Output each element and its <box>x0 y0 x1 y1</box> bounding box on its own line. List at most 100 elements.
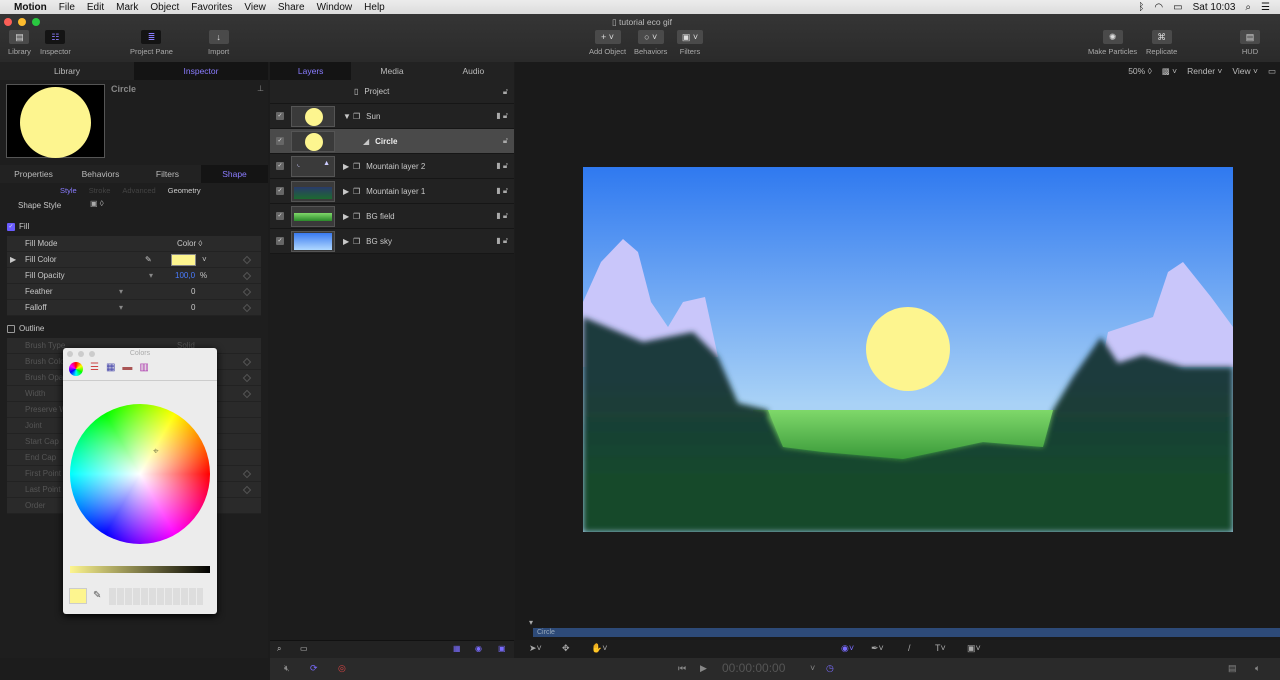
tab-behaviors[interactable]: Behaviors <box>67 165 134 183</box>
replicate-button[interactable]: ⌘ Replicate <box>1146 30 1177 56</box>
visibility-checkbox[interactable]: ✓ <box>276 237 284 245</box>
menu-edit[interactable]: Edit <box>87 2 104 13</box>
menu-help[interactable]: Help <box>364 2 385 13</box>
timeline-toggle-icon[interactable]: ▤ <box>1228 663 1237 674</box>
tab-media[interactable]: Media <box>351 62 432 80</box>
eyedropper-icon[interactable]: ✎ <box>93 590 101 601</box>
subtab-style[interactable]: Style <box>60 186 77 195</box>
keyframe-icon[interactable] <box>242 389 252 398</box>
tab-properties[interactable]: Properties <box>0 165 67 183</box>
project-pane-button[interactable]: ≣ Project Pane <box>130 30 173 56</box>
view-menu[interactable]: View ˅ <box>1232 66 1258 77</box>
library-button[interactable]: ▤ Library <box>8 30 31 56</box>
menu-app[interactable]: Motion <box>14 2 47 13</box>
disclosure-icon[interactable]: ▶ <box>343 237 353 246</box>
subtab-geometry[interactable]: Geometry <box>168 186 201 195</box>
playhead-icon[interactable]: ▾ <box>529 618 533 627</box>
filters-button[interactable]: ▣ ˅ Filters <box>677 30 703 56</box>
airplay-icon[interactable]: ▭ <box>1173 2 1182 13</box>
behaviors-button[interactable]: ○ ˅ Behaviors <box>634 30 667 56</box>
timecode-menu-icon[interactable]: ˅ <box>810 663 815 673</box>
keyframe-icon[interactable] <box>242 357 252 366</box>
mask-tool-icon[interactable]: ▣˅ <box>967 643 981 654</box>
swatch-grid[interactable] <box>109 588 203 605</box>
fill-mode-select[interactable]: Color ◊ <box>177 239 202 248</box>
fill-color-well[interactable] <box>171 253 196 266</box>
menu-view[interactable]: View <box>244 2 266 13</box>
close-window-button[interactable] <box>4 18 12 26</box>
color-wheel-tab[interactable] <box>69 362 83 376</box>
color-palettes-tab[interactable]: ▦ <box>106 362 115 376</box>
visibility-checkbox[interactable]: ✓ <box>276 187 284 195</box>
channels-select[interactable]: ▩ ˅ <box>1162 66 1177 77</box>
layer-row[interactable]: ▯ Project 🔓︎ <box>270 80 514 104</box>
tab-audio[interactable]: Audio <box>433 62 514 80</box>
import-button[interactable]: ↓ Import <box>208 30 229 56</box>
layer-row[interactable]: ✓ ◢ Circle 🔓︎ <box>270 129 514 154</box>
render-menu[interactable]: Render ˅ <box>1187 66 1222 77</box>
keyframe-icon[interactable] <box>242 287 252 296</box>
canvas[interactable] <box>583 167 1233 532</box>
pin-icon[interactable]: ⊥ <box>257 84 264 93</box>
timing-icon[interactable]: ◷ <box>826 663 834 674</box>
volume-icon[interactable]: 🔈︎ <box>1255 663 1260 674</box>
timeline-track[interactable]: Circle <box>533 628 1280 637</box>
layer-row[interactable]: ✓ ▶ ❐ BG sky ▮ 🔓︎ <box>270 229 514 254</box>
disclosure-icon[interactable]: ▶ <box>10 255 16 264</box>
select-tool-icon[interactable]: ➤˅ <box>529 643 542 654</box>
tab-inspector[interactable]: Inspector <box>134 62 268 80</box>
disclosure-icon[interactable]: ▶ <box>343 162 353 171</box>
timecode[interactable]: 00:00:00:00 <box>722 661 785 675</box>
zoom-level-select[interactable]: 50% ◊ <box>1128 66 1152 77</box>
disclosure-icon[interactable]: ▼ <box>343 112 353 121</box>
brightness-slider[interactable] <box>70 566 210 573</box>
play-button[interactable]: ▶ <box>700 663 707 674</box>
menu-object[interactable]: Object <box>150 2 179 13</box>
record-icon[interactable]: ◎ <box>338 663 346 674</box>
pan-tool-icon[interactable]: ✋˅ <box>591 643 607 654</box>
lock-icon[interactable]: ▮ 🔓︎ <box>496 211 508 221</box>
fill-checkbox[interactable]: ✓ <box>7 222 15 231</box>
thumbnail-toggle-icon[interactable]: ▭ <box>300 644 308 653</box>
color-sliders-tab[interactable]: ☰ <box>90 362 99 376</box>
shape-style-picker[interactable]: ▣ ◊ <box>90 199 104 208</box>
mute-icon[interactable]: 🔇︎ <box>284 663 290 674</box>
tab-filters[interactable]: Filters <box>134 165 201 183</box>
menu-mark[interactable]: Mark <box>116 2 138 13</box>
lock-icon[interactable]: ▮ 🔓︎ <box>496 161 508 171</box>
disclosure-icon[interactable]: ▶ <box>343 212 353 221</box>
disclosure-icon[interactable]: ▶ <box>343 187 353 196</box>
eyedropper-icon[interactable]: ✎ <box>145 255 152 264</box>
keyframe-icon[interactable] <box>242 271 252 280</box>
layer-row[interactable]: ✓ ◟ ▲ ▶ ❐ Mountain layer 2 ▮ 🔓︎ <box>270 154 514 179</box>
keyframe-icon[interactable] <box>242 255 252 264</box>
lock-icon[interactable]: 🔓︎ <box>503 136 508 146</box>
tab-shape[interactable]: Shape <box>201 165 268 183</box>
menu-favorites[interactable]: Favorites <box>191 2 232 13</box>
visibility-checkbox[interactable]: ✓ <box>276 212 284 220</box>
color-crosshair-icon[interactable]: ⌖ <box>153 446 159 457</box>
lock-icon[interactable]: ▮ 🔓︎ <box>496 236 508 246</box>
slider-thumb[interactable]: ▾ <box>149 271 153 280</box>
subtab-stroke[interactable]: Stroke <box>89 186 111 195</box>
filter-icon[interactable]: ▣ <box>498 644 506 653</box>
slider-thumb[interactable]: ▾ <box>119 303 123 312</box>
lock-icon[interactable]: 🔓︎ <box>503 87 508 97</box>
menu-share[interactable]: Share <box>278 2 305 13</box>
spotlight-icon[interactable]: ⌕ <box>1245 2 1251 13</box>
visibility-checkbox[interactable]: ✓ <box>276 112 284 120</box>
wifi-icon[interactable]: ◠ <box>1154 2 1163 13</box>
bezier-tool-icon[interactable]: ✒˅ <box>871 643 884 654</box>
slider-thumb[interactable]: ▾ <box>119 287 123 296</box>
layer-row[interactable]: ✓ ▼ ❐ Sun ▮ 🔓︎ <box>270 104 514 129</box>
keyframe-icon[interactable] <box>242 469 252 478</box>
bluetooth-icon[interactable]: ᛒ <box>1138 2 1144 13</box>
menu-window[interactable]: Window <box>317 2 353 13</box>
shape-tool-icon[interactable]: ◉˅ <box>841 643 854 654</box>
mask-icon[interactable]: ▦ <box>453 644 461 653</box>
image-palettes-tab[interactable]: ▬ <box>122 362 132 376</box>
previous-frame-button[interactable]: ⏮ <box>678 663 686 674</box>
search-icon[interactable]: ⌕ <box>277 644 281 654</box>
behavior-icon[interactable]: ◉ <box>475 644 482 653</box>
text-tool-icon[interactable]: T˅ <box>935 643 946 653</box>
